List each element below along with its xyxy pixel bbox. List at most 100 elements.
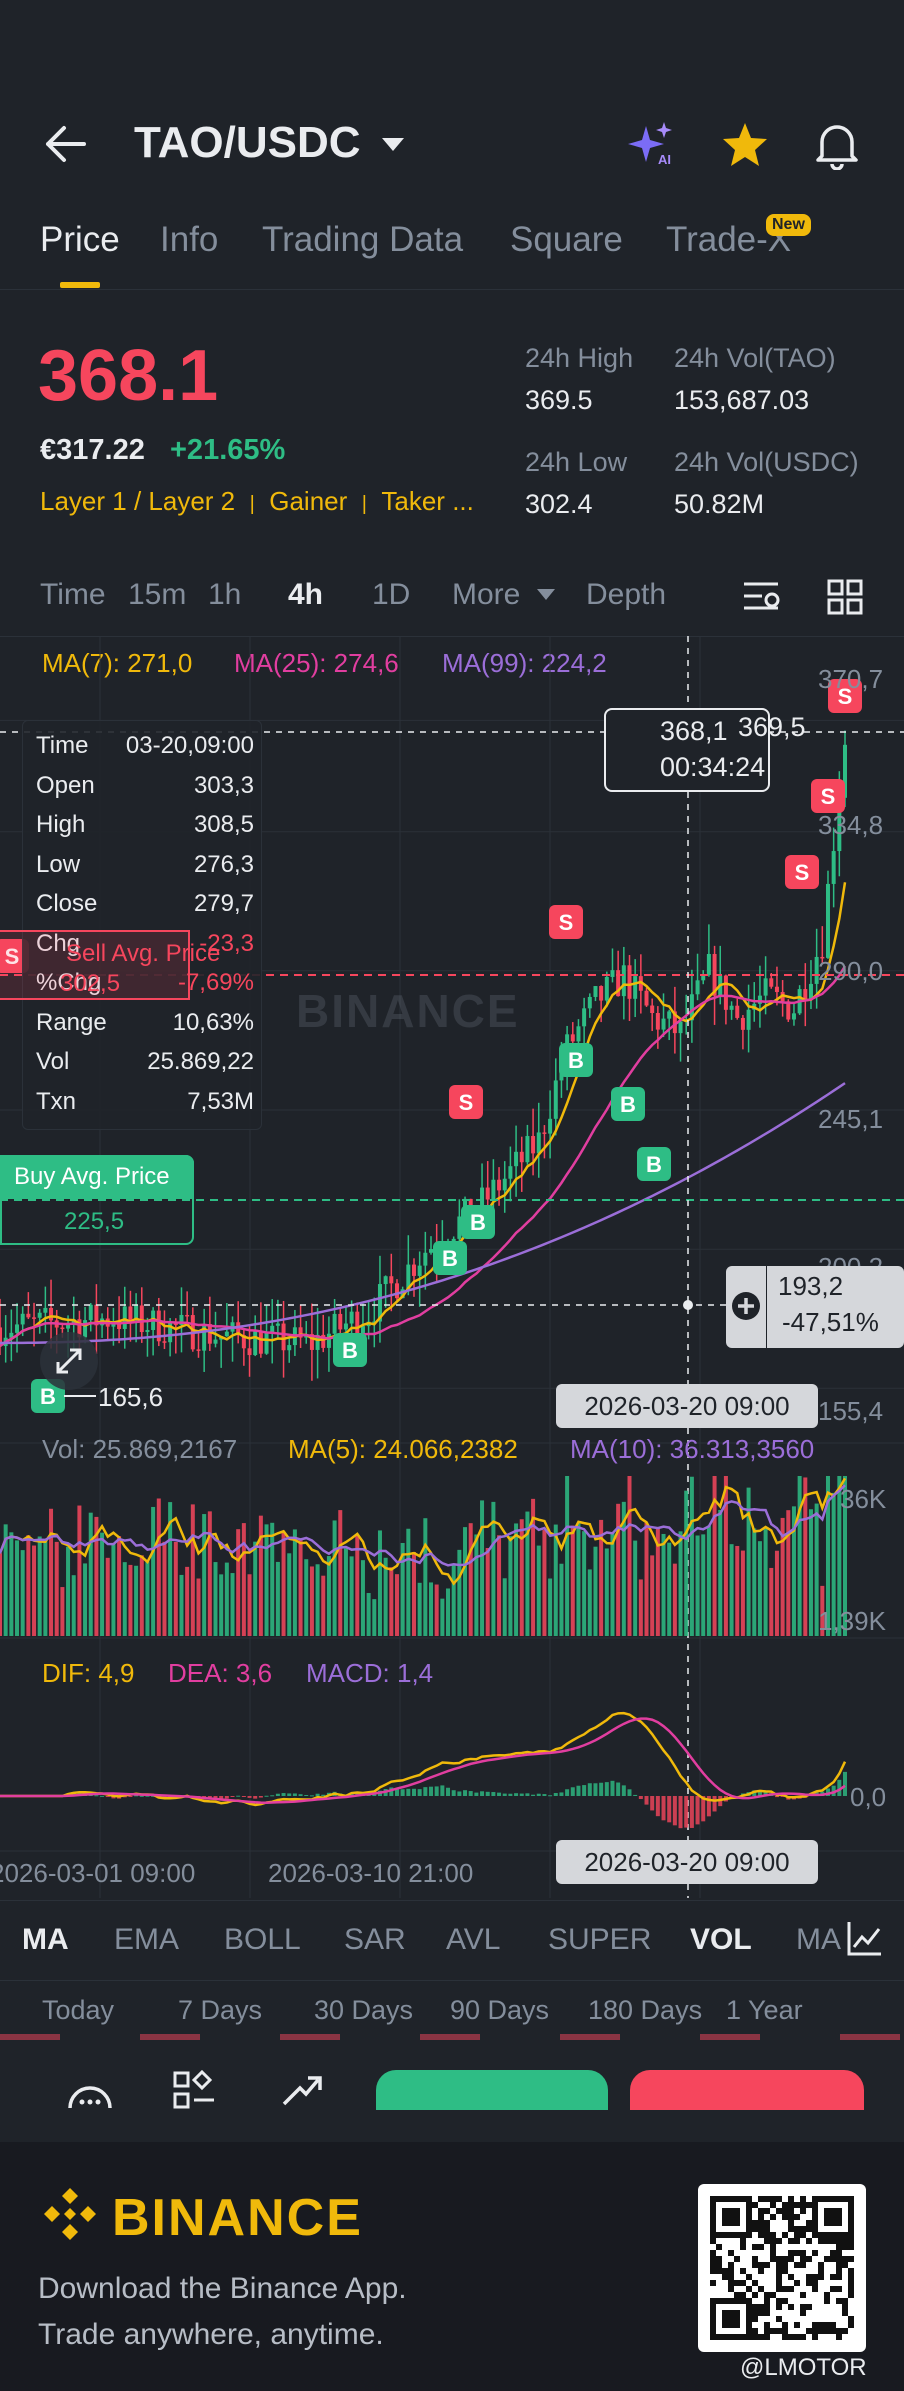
macd-histogram-bar bbox=[94, 1795, 99, 1797]
ind-ema[interactable]: EMA bbox=[114, 1923, 179, 1957]
macd-dif-line bbox=[0, 1711, 847, 1807]
volume-bar bbox=[224, 1562, 229, 1636]
qr-module bbox=[800, 2334, 806, 2340]
tab-square[interactable]: Square bbox=[510, 220, 623, 260]
bell-icon[interactable] bbox=[814, 120, 860, 170]
qr-module bbox=[758, 2244, 764, 2250]
macd-dea-line bbox=[0, 1717, 846, 1804]
macd-histogram-bar bbox=[565, 1789, 570, 1796]
pair-title[interactable]: TAO/USDC bbox=[134, 118, 361, 168]
buy-button[interactable] bbox=[376, 2070, 608, 2110]
back-arrow-icon[interactable] bbox=[42, 124, 88, 164]
qr-module bbox=[770, 2196, 776, 2202]
qr-module bbox=[836, 2334, 842, 2340]
candle-body bbox=[661, 1018, 666, 1030]
change-pct: +21.65% bbox=[170, 434, 286, 466]
qr-module bbox=[728, 2232, 734, 2238]
tab-trading-data[interactable]: Trading Data bbox=[262, 220, 463, 260]
ind-macd[interactable]: MA bbox=[796, 1923, 841, 1957]
info-key: High bbox=[36, 811, 86, 838]
volume-bar bbox=[394, 1574, 399, 1636]
qr-module bbox=[818, 2238, 824, 2244]
qr-module bbox=[734, 2292, 740, 2298]
ind-ma[interactable]: MA bbox=[22, 1923, 69, 1957]
qr-module bbox=[788, 2214, 794, 2220]
qr-module bbox=[824, 2322, 830, 2328]
candle-body bbox=[429, 1249, 434, 1253]
more-menu-icon[interactable] bbox=[66, 2072, 114, 2112]
volume-bar bbox=[718, 1509, 723, 1636]
vol-base-value: 153,687.03 bbox=[674, 385, 810, 415]
candle-body bbox=[542, 1132, 547, 1134]
qr-module bbox=[716, 2262, 722, 2268]
ai-sparkle-icon[interactable]: AI bbox=[628, 122, 676, 168]
add-order-plus-icon[interactable] bbox=[730, 1290, 762, 1322]
macd-histogram-bar bbox=[253, 1796, 258, 1799]
ind-super[interactable]: SUPER bbox=[548, 1923, 651, 1957]
tf-depth[interactable]: Depth bbox=[586, 578, 666, 612]
chart-settings-icon[interactable] bbox=[742, 578, 784, 616]
volume-bar bbox=[190, 1504, 195, 1636]
tf-15m[interactable]: 15m bbox=[128, 578, 186, 612]
volume-bar bbox=[667, 1542, 672, 1636]
tf-1d[interactable]: 1D bbox=[372, 578, 410, 612]
grid-layout-icon[interactable] bbox=[826, 578, 864, 616]
qr-module bbox=[806, 2202, 812, 2208]
qr-module bbox=[734, 2214, 740, 2220]
qr-code[interactable] bbox=[698, 2184, 866, 2352]
qr-module bbox=[728, 2316, 734, 2322]
tag-divider: | bbox=[361, 493, 367, 515]
more-chevron-icon[interactable] bbox=[536, 588, 556, 602]
indicator-chart-icon[interactable] bbox=[846, 1919, 884, 1957]
qr-module bbox=[728, 2196, 734, 2202]
macd-histogram-bar bbox=[843, 1771, 847, 1796]
volume-bar bbox=[689, 1476, 694, 1636]
tag-layer[interactable]: Layer 1 / Layer 2 bbox=[40, 486, 235, 516]
qr-module bbox=[812, 2202, 818, 2208]
ind-avl[interactable]: AVL bbox=[446, 1923, 500, 1957]
tab-price[interactable]: Price bbox=[40, 220, 120, 260]
ind-boll[interactable]: BOLL bbox=[224, 1923, 301, 1957]
qr-module bbox=[818, 2322, 824, 2328]
signal-letter: B bbox=[568, 1048, 584, 1073]
expand-icon[interactable] bbox=[38, 1330, 100, 1392]
qr-module bbox=[764, 2328, 770, 2334]
info-value: 10,63% bbox=[172, 1008, 254, 1036]
qr-module bbox=[842, 2298, 848, 2304]
high-value: 369.5 bbox=[525, 385, 593, 415]
info-value: 279,7 bbox=[193, 890, 254, 917]
tab-info[interactable]: Info bbox=[160, 220, 218, 260]
tf-time[interactable]: Time bbox=[40, 578, 106, 612]
share-arrow-icon[interactable] bbox=[280, 2070, 324, 2110]
tf-more[interactable]: More bbox=[452, 578, 520, 612]
tf-4h[interactable]: 4h bbox=[288, 578, 323, 612]
qr-module bbox=[710, 2298, 716, 2304]
candle-body bbox=[60, 1327, 65, 1330]
macd-histogram-bar bbox=[139, 1795, 144, 1797]
qr-module bbox=[716, 2298, 722, 2304]
qr-module bbox=[836, 2286, 842, 2292]
qr-module bbox=[836, 2256, 842, 2262]
grid-menu-icon[interactable] bbox=[172, 2070, 218, 2110]
signal-letter: B bbox=[342, 1338, 358, 1363]
qr-module bbox=[740, 2298, 746, 2304]
ind-sar[interactable]: SAR bbox=[344, 1923, 406, 1957]
tag-gainer[interactable]: Gainer bbox=[269, 486, 347, 516]
qr-module bbox=[824, 2328, 830, 2334]
qr-module bbox=[848, 2274, 854, 2280]
star-icon[interactable] bbox=[720, 120, 770, 170]
macd-value-legend: MACD: 1,4 bbox=[306, 1658, 434, 1688]
sell-button[interactable] bbox=[630, 2070, 864, 2110]
chevron-down-icon[interactable] bbox=[380, 136, 406, 154]
tag-taker[interactable]: Taker ... bbox=[381, 486, 473, 516]
volume-bar bbox=[701, 1534, 706, 1636]
volume-bar bbox=[706, 1525, 711, 1636]
ind-vol[interactable]: VOL bbox=[690, 1923, 752, 1957]
volume-bar bbox=[207, 1511, 212, 1636]
status-bar bbox=[0, 0, 904, 100]
tf-1h[interactable]: 1h bbox=[208, 578, 241, 612]
qr-module bbox=[788, 2250, 794, 2256]
volume-bar bbox=[366, 1593, 371, 1636]
qr-module bbox=[764, 2298, 770, 2304]
volume-bar bbox=[797, 1476, 802, 1636]
